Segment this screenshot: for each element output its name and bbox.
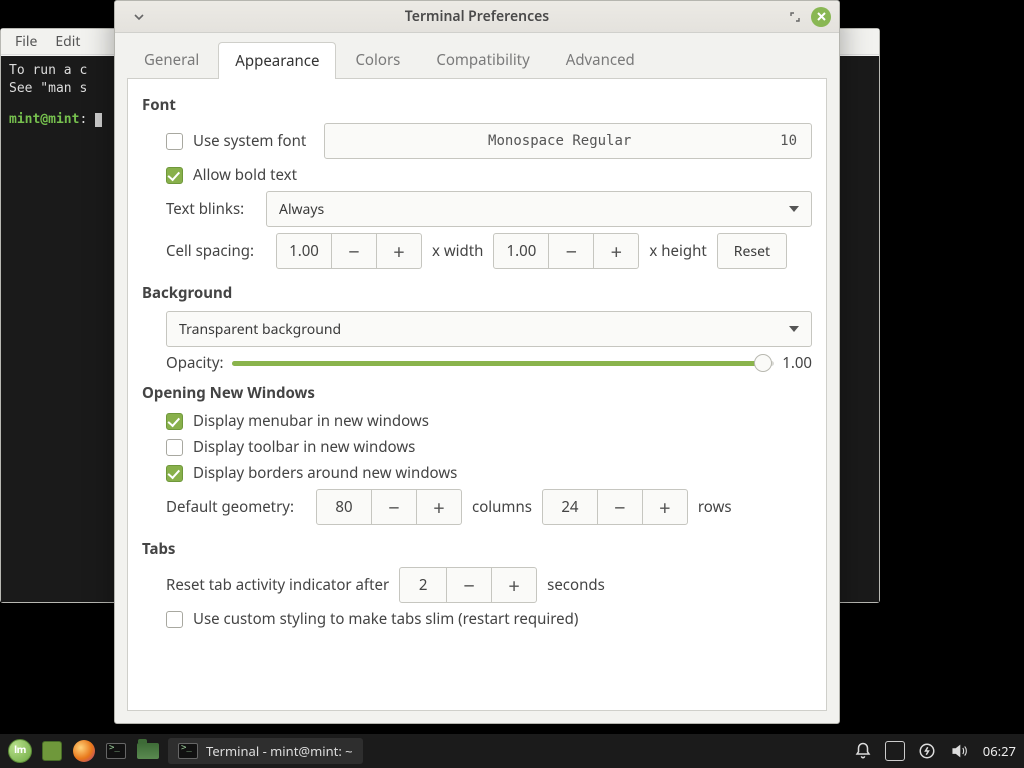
use-system-font-checkbox[interactable] <box>166 133 183 150</box>
background-type-value: Transparent background <box>179 320 341 339</box>
allow-bold-label: Allow bold text <box>193 165 297 185</box>
rows-suffix: rows <box>698 497 732 517</box>
tab-general[interactable]: General <box>127 41 216 78</box>
rows-minus[interactable]: − <box>597 489 643 525</box>
dialog-title: Terminal Preferences <box>115 7 839 26</box>
cell-height-plus[interactable]: + <box>593 233 639 269</box>
text-blinks-label: Text blinks: <box>166 199 256 219</box>
workspace-button[interactable] <box>883 739 907 763</box>
allow-bold-checkbox[interactable] <box>166 167 183 184</box>
volume-button[interactable] <box>947 739 971 763</box>
display-menubar-checkbox[interactable] <box>166 413 183 430</box>
tab-appearance[interactable]: Appearance <box>218 42 336 79</box>
notifications-button[interactable] <box>851 739 875 763</box>
reset-tab-suffix: seconds <box>547 575 605 595</box>
section-tabs: Tabs <box>142 539 812 559</box>
taskbar: Terminal - mint@mint: ~ 06:27 <box>0 734 1024 768</box>
tab-compatibility[interactable]: Compatibility <box>419 41 546 78</box>
preferences-dialog: Terminal Preferences General Appearance … <box>114 0 840 724</box>
terminal-icon <box>178 743 198 759</box>
cell-spacing-label: Cell spacing: <box>166 241 266 261</box>
show-desktop-button[interactable] <box>40 739 64 763</box>
display-menubar-label: Display menubar in new windows <box>193 411 429 431</box>
taskbar-window-button[interactable]: Terminal - mint@mint: ~ <box>168 738 363 764</box>
use-system-font-label: Use system font <box>193 131 306 151</box>
maximize-button[interactable] <box>785 7 805 27</box>
terminal-icon <box>106 743 126 759</box>
section-font: Font <box>142 95 812 115</box>
cell-height-input[interactable]: 1.00 <box>493 233 549 269</box>
columns-suffix: columns <box>472 497 532 517</box>
cell-height-minus[interactable]: − <box>548 233 594 269</box>
columns-minus[interactable]: − <box>371 489 417 525</box>
tabs-row: General Appearance Colors Compatibility … <box>115 33 839 78</box>
display-borders-label: Display borders around new windows <box>193 463 457 483</box>
opacity-label: Opacity: <box>166 353 224 373</box>
terminal-prompt-user: mint@mint <box>9 112 79 127</box>
desktop-icon <box>42 741 62 761</box>
display-borders-checkbox[interactable] <box>166 465 183 482</box>
cell-width-minus[interactable]: − <box>331 233 377 269</box>
workspace-icon <box>885 741 905 761</box>
background-type-select[interactable]: Transparent background <box>166 311 812 347</box>
tab-colors[interactable]: Colors <box>338 41 417 78</box>
terminal-launcher[interactable] <box>104 739 128 763</box>
cell-height-suffix: x height <box>649 241 706 261</box>
firefox-launcher[interactable] <box>72 739 96 763</box>
tab-advanced[interactable]: Advanced <box>549 41 652 78</box>
files-launcher[interactable] <box>136 739 160 763</box>
cell-width-plus[interactable]: + <box>376 233 422 269</box>
close-button[interactable] <box>811 7 831 27</box>
terminal-cursor <box>95 113 102 127</box>
firefox-icon <box>73 740 95 762</box>
chevron-down-icon <box>789 326 799 332</box>
cell-width-input[interactable]: 1.00 <box>276 233 332 269</box>
menu-file[interactable]: File <box>15 32 37 51</box>
taskbar-window-title: Terminal - mint@mint: ~ <box>206 742 353 760</box>
reset-tab-plus[interactable]: + <box>491 567 537 603</box>
terminal-prompt-sep: : <box>79 112 87 127</box>
menu-edit[interactable]: Edit <box>55 32 80 51</box>
rows-plus[interactable]: + <box>642 489 688 525</box>
display-toolbar-label: Display toolbar in new windows <box>193 437 415 457</box>
tab-content: Font Use system font Monospace Regular 1… <box>127 78 827 711</box>
folder-icon <box>137 743 159 759</box>
reset-tab-seconds-input[interactable]: 2 <box>399 567 447 603</box>
display-toolbar-checkbox[interactable] <box>166 439 183 456</box>
slim-tabs-checkbox[interactable] <box>166 611 183 628</box>
section-background: Background <box>142 283 812 303</box>
opacity-slider[interactable] <box>232 353 775 373</box>
slim-tabs-label: Use custom styling to make tabs slim (re… <box>193 609 578 629</box>
power-button[interactable] <box>915 739 939 763</box>
font-family: Monospace Regular <box>339 133 780 149</box>
rows-input[interactable]: 24 <box>542 489 598 525</box>
clock[interactable]: 06:27 <box>983 742 1016 760</box>
text-blinks-value: Always <box>279 200 324 219</box>
shade-button[interactable] <box>129 7 149 27</box>
section-opening: Opening New Windows <box>142 383 812 403</box>
reset-tab-label: Reset tab activity indicator after <box>166 575 389 595</box>
font-size: 10 <box>780 133 797 149</box>
start-menu-button[interactable] <box>8 739 32 763</box>
columns-input[interactable]: 80 <box>316 489 372 525</box>
chevron-down-icon <box>789 206 799 212</box>
columns-plus[interactable]: + <box>416 489 462 525</box>
bell-icon <box>854 742 872 760</box>
font-chooser[interactable]: Monospace Regular 10 <box>324 123 812 159</box>
dialog-titlebar[interactable]: Terminal Preferences <box>115 1 839 33</box>
cell-spacing-reset-button[interactable]: Reset <box>717 233 787 269</box>
text-blinks-select[interactable]: Always <box>266 191 812 227</box>
default-geometry-label: Default geometry: <box>166 497 306 517</box>
volume-icon <box>949 742 969 760</box>
cell-width-suffix: x width <box>432 241 483 261</box>
reset-tab-minus[interactable]: − <box>446 567 492 603</box>
opacity-value: 1.00 <box>782 353 812 373</box>
power-icon <box>918 742 936 760</box>
mint-logo-icon <box>8 739 32 763</box>
